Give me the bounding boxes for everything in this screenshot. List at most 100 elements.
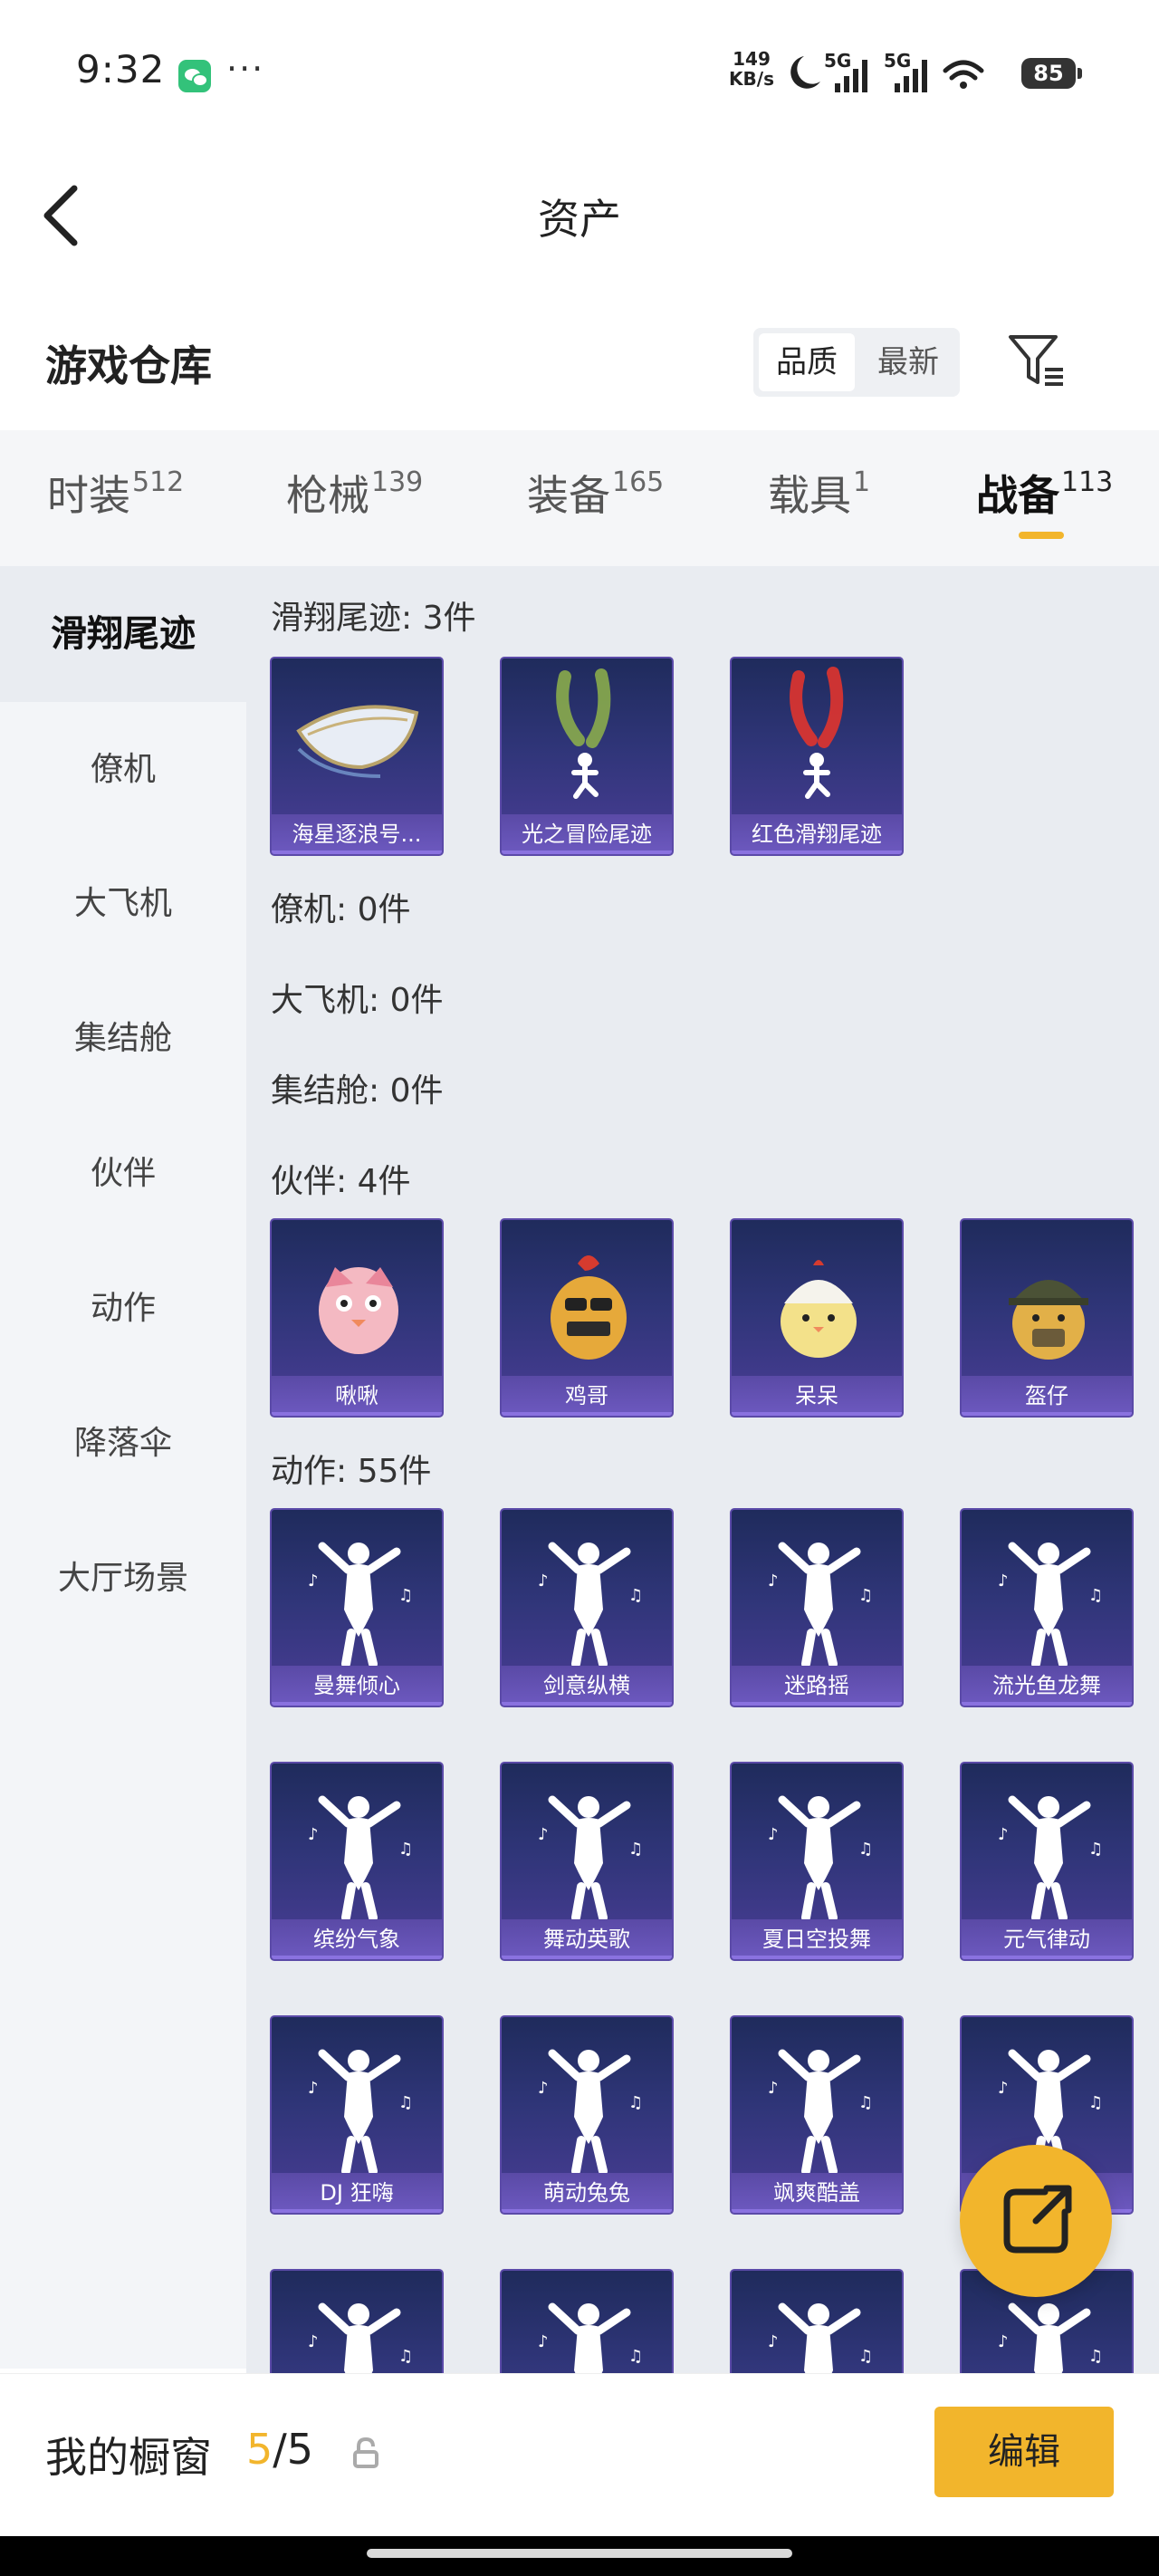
sort-quality-button[interactable]: 品质: [759, 333, 855, 391]
item-card[interactable]: ♪ ♫ 萌动兔兔: [500, 2015, 674, 2215]
sidebar-item-lobby-scene[interactable]: 大厅场景: [0, 1511, 246, 1647]
pink-chick-icon: [319, 1267, 398, 1354]
tab-count: 139: [371, 466, 424, 498]
tab-weapons[interactable]: 枪械139: [286, 463, 423, 535]
filter-icon[interactable]: [1005, 330, 1068, 393]
tab-label: 枪械: [286, 471, 369, 520]
home-indicator: [0, 2536, 1159, 2576]
tab-label: 战备: [976, 471, 1059, 520]
svg-text:♫: ♫: [858, 1840, 873, 1859]
tab-label: 时装: [47, 471, 130, 520]
svg-text:♫: ♫: [398, 2093, 413, 2112]
home-indicator-pill[interactable]: [367, 2549, 792, 2558]
chicken-sunglasses-icon: [551, 1255, 627, 1360]
item-card[interactable]: ♪ ♫: [730, 2269, 904, 2373]
svg-text:♫: ♫: [398, 2347, 413, 2366]
item-card[interactable]: ♪ ♫ 缤纷气象: [270, 1762, 444, 1961]
tab-count: 165: [612, 466, 665, 498]
item-card[interactable]: 光之冒险尾迹: [500, 657, 674, 856]
spark-dancer-icon: ♪♫: [768, 1795, 873, 1922]
wifi-icon: [943, 60, 984, 89]
battery-icon: 85: [1021, 58, 1082, 89]
svg-text:♪: ♪: [308, 1825, 319, 1844]
svg-text:♪: ♪: [768, 2079, 779, 2098]
svg-text:♫: ♫: [628, 2347, 643, 2366]
svg-text:♪: ♪: [308, 1572, 319, 1591]
svg-text:♫: ♫: [628, 2093, 643, 2112]
item-card[interactable]: ♪ ♫: [500, 2269, 674, 2373]
dancer-icon: ♪♫: [538, 2302, 643, 2373]
bubble-dancer-icon: ♪♫: [538, 1795, 643, 1922]
item-card[interactable]: ♪ ♫ 飒爽酷盖: [730, 2015, 904, 2215]
item-card[interactable]: 海星逐浪号...: [270, 657, 444, 856]
category-tabs: 时装512 枪械139 装备165 载具1 战备113: [0, 430, 1159, 566]
item-card[interactable]: ♪ ♫ 剑意纵横: [500, 1508, 674, 1707]
item-card[interactable]: 红色滑翔尾迹: [730, 657, 904, 856]
yellow-chick-icon: [781, 1260, 857, 1358]
item-name: 萌动兔兔: [502, 2173, 672, 2213]
item-card[interactable]: ♪ ♫ 迷路摇: [730, 1508, 904, 1707]
sidebar-item-parachute[interactable]: 降落伞: [0, 1376, 246, 1512]
sidebar-item-wingman[interactable]: 僚机: [0, 702, 246, 838]
svg-text:♫: ♫: [858, 2093, 873, 2112]
tab-label: 装备: [527, 471, 610, 520]
tab-count: 1: [853, 466, 871, 498]
svg-text:♫: ♫: [398, 1586, 413, 1605]
tab-fashion[interactable]: 时装512: [47, 463, 184, 535]
item-card[interactable]: 鸡哥: [500, 1218, 674, 1418]
dragon-dancer-icon: ♪♫: [998, 1542, 1103, 1668]
status-bar: 9:32 ··· 149 KB/s 5G 5G 85: [0, 0, 1159, 145]
sidebar: 滑翔尾迹 僚机 大飞机 集结舱 伙伴 动作 降落伞 大厅场景: [0, 566, 246, 2369]
item-card[interactable]: ♪ ♫ 舞动英歌: [500, 1762, 674, 1961]
dancer-icon: ♪♫: [768, 2049, 873, 2176]
item-card[interactable]: ♪ ♫ 曼舞倾心: [270, 1508, 444, 1707]
network-speed: 149 KB/s: [724, 49, 779, 89]
item-card[interactable]: 啾啾: [270, 1218, 444, 1418]
item-name: 夏日空投舞: [732, 1919, 902, 1959]
item-name: 鸡哥: [502, 1376, 672, 1416]
svg-text:♪: ♪: [768, 1572, 779, 1591]
tab-battle-prep[interactable]: 战备113: [976, 463, 1113, 535]
dj-dancer-icon: ♪♫: [308, 2049, 413, 2176]
tab-label: 载具: [768, 471, 851, 520]
item-name: 元气律动: [962, 1919, 1132, 1959]
tab-vehicles[interactable]: 载具1: [768, 463, 870, 535]
wechat-icon: [178, 60, 211, 92]
item-name: 光之冒险尾迹: [502, 814, 672, 854]
helmet-chick-icon: [1009, 1280, 1088, 1360]
item-card[interactable]: 盔仔: [960, 1218, 1134, 1418]
svg-text:♫: ♫: [858, 1586, 873, 1605]
section-title-glide: 滑翔尾迹: 3件: [271, 600, 476, 637]
sort-newest-button[interactable]: 最新: [860, 333, 956, 391]
item-card[interactable]: ♪ ♫ 流光鱼龙舞: [960, 1508, 1134, 1707]
share-button[interactable]: [960, 2145, 1112, 2297]
svg-text:♫: ♫: [1088, 1840, 1103, 1859]
item-card[interactable]: 呆呆: [730, 1218, 904, 1418]
sidebar-item-pod[interactable]: 集结舱: [0, 971, 246, 1107]
item-card[interactable]: ♪ ♫ 元气律动: [960, 1762, 1134, 1961]
item-name: 飒爽酷盖: [732, 2173, 902, 2213]
item-name: 舞动英歌: [502, 1919, 672, 1959]
network-speed-unit: KB/s: [729, 68, 774, 90]
svg-text:♪: ♪: [998, 1825, 1009, 1844]
network-speed-value: 149: [733, 48, 771, 70]
edit-button[interactable]: 编辑: [934, 2407, 1114, 2497]
svg-text:♪: ♪: [538, 2332, 549, 2351]
svg-text:♪: ♪: [538, 1825, 549, 1844]
section-title-action: 动作: 55件: [271, 1453, 432, 1490]
sidebar-item-action[interactable]: 动作: [0, 1241, 246, 1377]
tab-equipment[interactable]: 装备165: [527, 463, 664, 535]
svg-text:♫: ♫: [858, 2347, 873, 2366]
svg-text:♪: ♪: [768, 2332, 779, 2351]
sidebar-item-plane[interactable]: 大飞机: [0, 836, 246, 972]
sidebar-item-partner[interactable]: 伙伴: [0, 1106, 246, 1242]
warehouse-header: 游戏仓库 品质 最新: [0, 299, 1159, 430]
item-card[interactable]: ♪ ♫ 夏日空投舞: [730, 1762, 904, 1961]
item-card[interactable]: ♪ ♫: [270, 2269, 444, 2373]
svg-text:♪: ♪: [308, 2332, 319, 2351]
sidebar-item-glide-trail[interactable]: 滑翔尾迹: [0, 566, 246, 702]
showcase-bar: 我的橱窗 5/5 编辑: [0, 2373, 1159, 2536]
item-name: 迷路摇: [732, 1666, 902, 1706]
item-card[interactable]: ♪ ♫ DJ 狂嗨: [270, 2015, 444, 2215]
dancer-icon: ♪♫: [308, 1542, 413, 1668]
